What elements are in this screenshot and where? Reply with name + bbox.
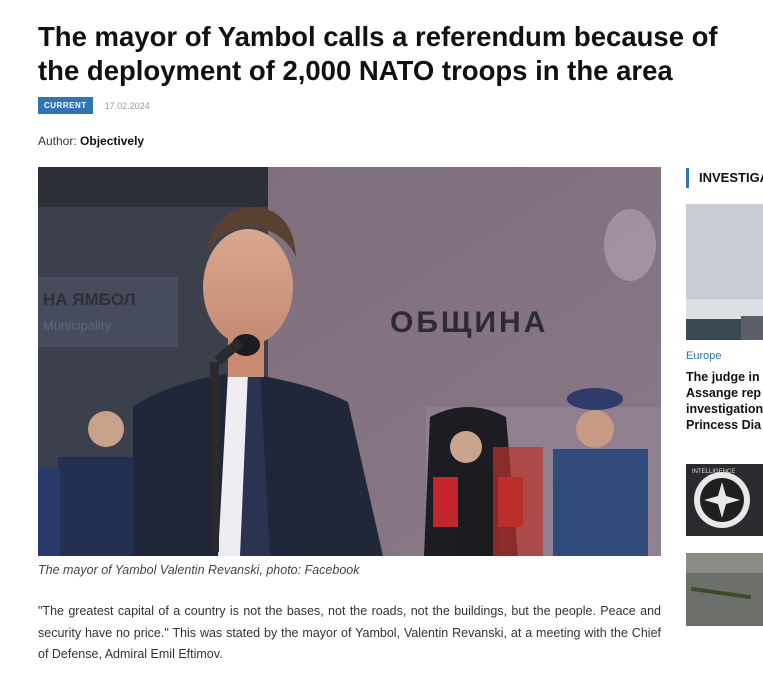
left-sign-line-1: НА ЯМБОЛ [43,290,136,309]
sidebar-thumb-1[interactable] [686,204,763,340]
article-photo: НА ЯМБОЛ Municipality ОБЩИНА [38,167,661,556]
author-name[interactable]: Objectively [80,134,144,148]
title-line: Princess Dia [686,418,762,432]
author-label: Author: [38,134,77,148]
building-sign: ОБЩИНА [390,306,548,339]
sidebar-item-category[interactable]: Europe [686,350,721,362]
publish-date: 17.02.2024 [104,100,150,111]
title-line: investigation [686,402,763,416]
category-badge[interactable]: CURRENT [38,97,93,114]
title-line: The judge in [686,370,760,384]
sidebar-item-title[interactable]: The judge in Assange rep investigation P… [686,369,763,433]
thumb-label: INTELLIGENCE [692,469,735,475]
sidebar-thumb-3[interactable] [686,553,763,626]
sidebar-heading[interactable]: INVESTIGA [686,168,763,188]
image-caption: The mayor of Yambol Valentin Revanski, p… [38,563,360,577]
author-line: Author: Objectively [38,134,144,148]
sidebar-thumb-2[interactable]: INTELLIGENCE [686,464,763,536]
title-line: Assange rep [686,386,762,400]
left-sign-line-2: Municipality [43,318,111,333]
article-body: "The greatest capital of a country is no… [38,604,661,661]
article-meta: CURRENT 17.02.2024 [38,97,150,114]
article-title: The mayor of Yambol calls a referendum b… [38,21,718,86]
